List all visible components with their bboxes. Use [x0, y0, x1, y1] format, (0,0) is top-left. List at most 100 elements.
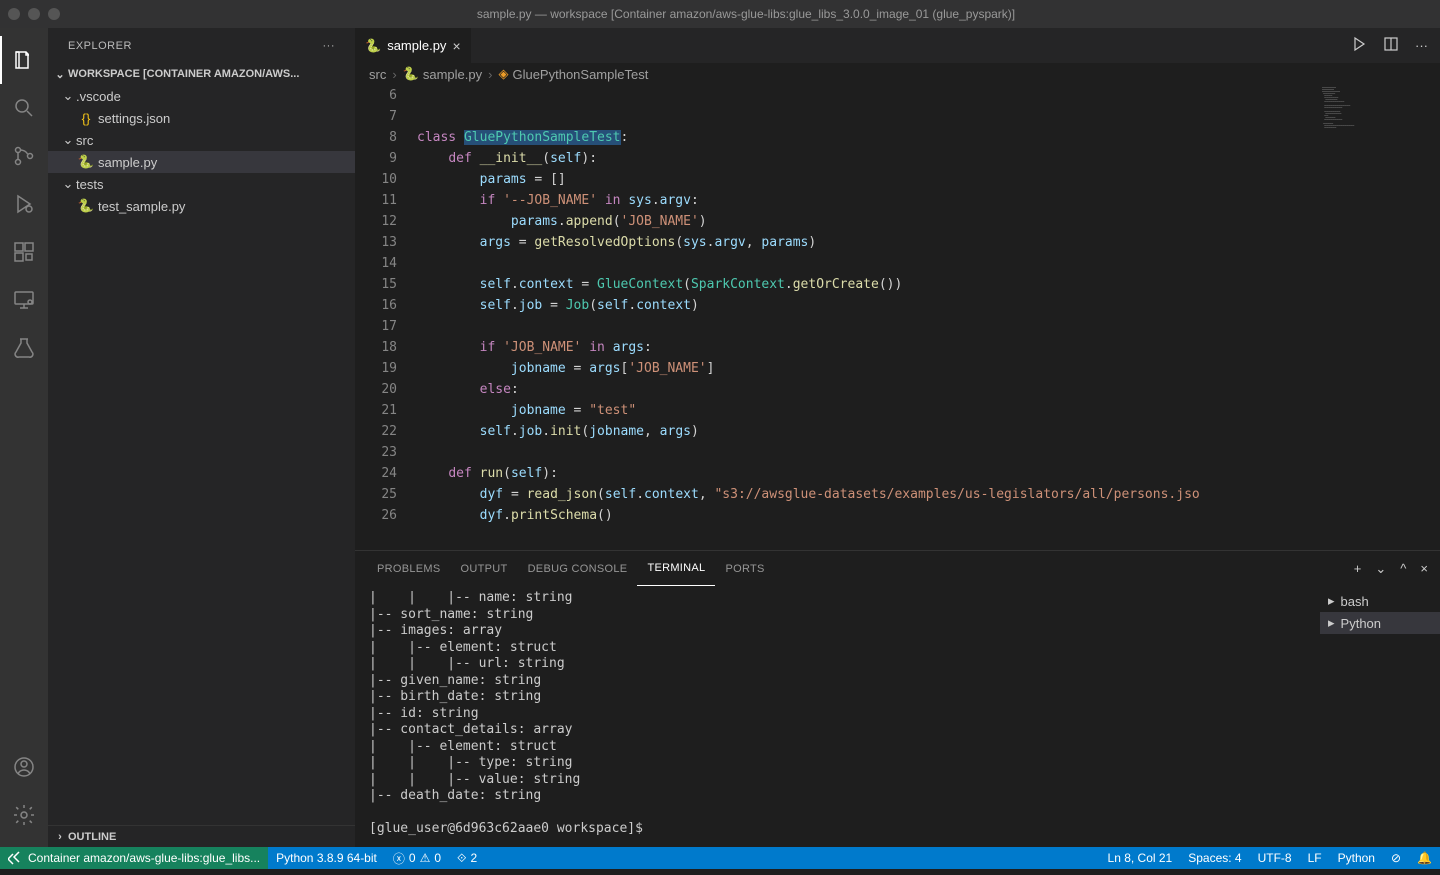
- workspace-section-header[interactable]: ⌄ WORKSPACE [CONTAINER AMAZON/AWS...: [48, 63, 355, 85]
- tab-terminal[interactable]: TERMINAL: [637, 551, 715, 586]
- terminal-list: ▸ bash ▸ Python: [1320, 586, 1440, 847]
- chevron-right-icon: ›: [488, 67, 492, 82]
- close-window-icon[interactable]: [8, 8, 20, 20]
- panel-body: | | |-- name: string |-- sort_name: stri…: [355, 586, 1440, 847]
- chevron-right-icon: ›: [392, 67, 396, 82]
- language-mode-status[interactable]: Python: [1330, 847, 1383, 869]
- editor-actions: ···: [1351, 28, 1440, 63]
- remote-explorer-activity-icon[interactable]: [0, 276, 48, 324]
- panel-tabs: PROBLEMS OUTPUT DEBUG CONSOLE TERMINAL P…: [355, 551, 1440, 586]
- code-area[interactable]: class GluePythonSampleTest: def __init__…: [417, 85, 1320, 550]
- explorer-activity-icon[interactable]: [0, 36, 48, 84]
- json-file-icon: {}: [76, 111, 96, 126]
- python-file-icon: 🐍: [403, 66, 419, 82]
- split-editor-icon[interactable]: [1383, 36, 1399, 55]
- file-test-sample-py[interactable]: 🐍 test_sample.py: [48, 195, 355, 217]
- close-panel-icon[interactable]: ×: [1420, 561, 1428, 577]
- chevron-down-icon: ⌄: [60, 176, 76, 192]
- chevron-down-icon[interactable]: ⌄: [1375, 561, 1386, 577]
- breadcrumb-file[interactable]: 🐍 sample.py: [403, 66, 482, 82]
- sidebar-header: EXPLORER ···: [48, 28, 355, 63]
- terminal-output[interactable]: | | |-- name: string |-- sort_name: stri…: [355, 586, 1320, 847]
- file-sample-py[interactable]: 🐍 sample.py: [48, 151, 355, 173]
- statusbar: Container amazon/aws-glue-libs:glue_libs…: [0, 847, 1440, 869]
- python-file-icon: 🐍: [76, 198, 96, 214]
- tab-sample-py[interactable]: 🐍 sample.py ×: [355, 28, 472, 63]
- python-interpreter-status[interactable]: Python 3.8.9 64-bit: [268, 847, 385, 869]
- tab-problems[interactable]: PROBLEMS: [367, 551, 451, 586]
- folder-tests[interactable]: ⌄ tests: [48, 173, 355, 195]
- terminal-icon: ▸: [1328, 615, 1335, 631]
- indentation-status[interactable]: Spaces: 4: [1180, 847, 1249, 869]
- accounts-activity-icon[interactable]: [0, 743, 48, 791]
- minimize-window-icon[interactable]: [28, 8, 40, 20]
- chevron-down-icon: ⌄: [52, 68, 68, 81]
- feedback-icon[interactable]: ⊘: [1383, 847, 1409, 869]
- terminal-item-bash[interactable]: ▸ bash: [1320, 590, 1440, 612]
- outline-label: OUTLINE: [68, 831, 116, 843]
- workspace-label: WORKSPACE [CONTAINER AMAZON/AWS...: [68, 68, 299, 80]
- bottom-panel: PROBLEMS OUTPUT DEBUG CONSOLE TERMINAL P…: [355, 550, 1440, 847]
- maximize-window-icon[interactable]: [48, 8, 60, 20]
- breadcrumbs: src › 🐍 sample.py › ◈ GluePythonSampleTe…: [355, 63, 1440, 85]
- line-numbers-gutter: 67891011121314151617181920212223242526: [355, 85, 417, 550]
- breadcrumb-symbol[interactable]: ◈ GluePythonSampleTest: [498, 66, 648, 82]
- source-control-activity-icon[interactable]: [0, 132, 48, 180]
- radio-tower-icon: ⟐: [457, 851, 466, 866]
- terminal-icon: ▸: [1328, 593, 1335, 609]
- sidebar-title: EXPLORER: [68, 40, 323, 52]
- problems-status[interactable]: ⓧ 0 ⚠ 0: [385, 847, 449, 869]
- folder-label: src: [76, 133, 93, 148]
- warning-icon: ⚠: [420, 851, 431, 865]
- close-tab-icon[interactable]: ×: [452, 38, 460, 54]
- titlebar: sample.py — workspace [Container amazon/…: [0, 0, 1440, 28]
- outline-section-header[interactable]: › OUTLINE: [48, 825, 355, 847]
- search-activity-icon[interactable]: [0, 84, 48, 132]
- encoding-status[interactable]: UTF-8: [1250, 847, 1300, 869]
- tab-debug-console[interactable]: DEBUG CONSOLE: [518, 551, 638, 586]
- editor-content[interactable]: 67891011121314151617181920212223242526 c…: [355, 85, 1440, 550]
- python-file-icon: 🐍: [76, 154, 96, 170]
- maximize-panel-icon[interactable]: ^: [1400, 561, 1406, 577]
- tab-ports[interactable]: PORTS: [715, 551, 774, 586]
- testing-activity-icon[interactable]: [0, 324, 48, 372]
- extensions-activity-icon[interactable]: [0, 228, 48, 276]
- file-label: test_sample.py: [98, 199, 185, 214]
- minimap-preview: ▬▬▬▬▬▬▬▬▬▬▬▬▬▬▬▬▬▬▬▬▬▬ ▬▬▬▬▬▬ ▬▬▬▬ ▬▬▬▬▬…: [1322, 87, 1438, 129]
- editor-tabs: 🐍 sample.py × ···: [355, 28, 1440, 63]
- window-title: sample.py — workspace [Container amazon/…: [60, 7, 1432, 21]
- breadcrumb-folder[interactable]: src: [369, 67, 386, 82]
- minimap[interactable]: ▬▬▬▬▬▬▬▬▬▬▬▬▬▬▬▬▬▬▬▬▬▬ ▬▬▬▬▬▬ ▬▬▬▬ ▬▬▬▬▬…: [1320, 85, 1440, 550]
- run-debug-activity-icon[interactable]: [0, 180, 48, 228]
- activity-bar: [0, 28, 48, 847]
- cursor-position-status[interactable]: Ln 8, Col 21: [1100, 847, 1181, 869]
- remote-status[interactable]: Container amazon/aws-glue-libs:glue_libs…: [0, 847, 268, 869]
- eol-status[interactable]: LF: [1300, 847, 1330, 869]
- file-label: settings.json: [98, 111, 170, 126]
- more-actions-icon[interactable]: ···: [1415, 38, 1428, 53]
- python-file-icon: 🐍: [365, 38, 381, 54]
- sidebar-more-icon[interactable]: ···: [323, 40, 336, 52]
- chevron-down-icon: ⌄: [60, 88, 76, 104]
- run-icon[interactable]: [1351, 36, 1367, 55]
- file-tree: ⌄ .vscode {} settings.json ⌄ src 🐍 sampl…: [48, 85, 355, 217]
- terminal-item-python[interactable]: ▸ Python: [1320, 612, 1440, 634]
- folder-src[interactable]: ⌄ src: [48, 129, 355, 151]
- file-settings-json[interactable]: {} settings.json: [48, 107, 355, 129]
- chevron-down-icon: ⌄: [60, 132, 76, 148]
- traffic-lights: [8, 8, 60, 20]
- error-icon: ⓧ: [393, 850, 405, 867]
- file-label: sample.py: [98, 155, 157, 170]
- tab-output[interactable]: OUTPUT: [451, 551, 518, 586]
- folder-label: tests: [76, 177, 103, 192]
- class-symbol-icon: ◈: [498, 66, 508, 82]
- editor-area: 🐍 sample.py × ··· src › 🐍 sample.py › ◈: [355, 28, 1440, 847]
- folder-label: .vscode: [76, 89, 121, 104]
- explorer-sidebar: EXPLORER ··· ⌄ WORKSPACE [CONTAINER AMAZ…: [48, 28, 355, 847]
- new-terminal-icon[interactable]: +: [1354, 561, 1362, 577]
- folder-vscode[interactable]: ⌄ .vscode: [48, 85, 355, 107]
- notifications-icon[interactable]: 🔔: [1409, 847, 1440, 869]
- ports-status[interactable]: ⟐ 2: [449, 847, 485, 869]
- settings-activity-icon[interactable]: [0, 791, 48, 839]
- chevron-right-icon: ›: [52, 831, 68, 843]
